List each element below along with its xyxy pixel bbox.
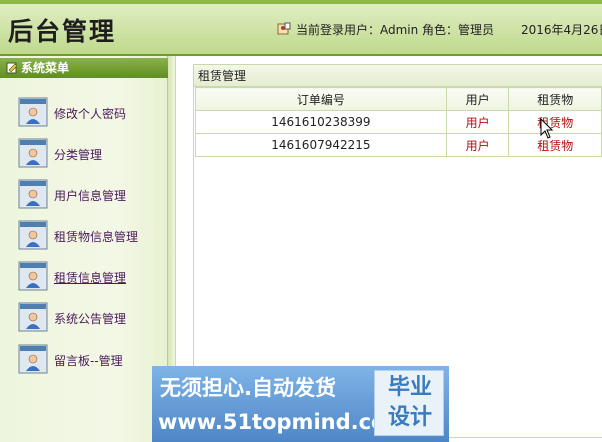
column-header-order-no: 订单编号: [195, 87, 447, 111]
user-link[interactable]: 用户: [466, 139, 490, 153]
rental-item-cell: 租赁物: [508, 110, 602, 134]
header-top-stripe: [0, 0, 602, 4]
current-date: 2016年4月26日: [521, 23, 602, 37]
user-window-icon: [18, 138, 48, 168]
user-card-icon: [277, 22, 291, 35]
menu-item-announcement[interactable]: 系统公告管理: [18, 302, 168, 334]
order-number-cell: 1461607942215: [195, 133, 447, 157]
menu-item-label: 系统公告管理: [54, 312, 127, 326]
user-window-icon: [18, 302, 48, 332]
menu-edit-icon: [6, 62, 18, 74]
menu-item-user-info[interactable]: 用户信息管理: [18, 179, 168, 211]
user-link[interactable]: 用户: [466, 116, 490, 130]
user-cell: 用户: [445, 133, 510, 157]
rental-item-cell: 租赁物: [508, 133, 602, 157]
app-title: 后台管理: [8, 17, 117, 46]
user-window-icon: [18, 261, 48, 291]
panel-title: 租赁管理: [194, 65, 602, 87]
sidebar: 系统菜单 修改个人密码 分类管理 用户信息管理 租赁物信息管理 租赁信息管理 系…: [0, 56, 168, 442]
menu-item-category[interactable]: 分类管理: [18, 138, 168, 170]
user-window-icon: [18, 97, 48, 127]
app-header: 后台管理 当前登录用户：Admin 角色：管理员 2016年4月26日: [0, 0, 602, 56]
menu-item-label: 租赁物信息管理: [54, 230, 139, 244]
current-user-info: 当前登录用户：Admin 角色：管理员: [277, 21, 494, 38]
column-header-user: 用户: [445, 87, 510, 111]
watermark-banner: 无须担心.自动发货 www.51topmind.com 毕业设计: [152, 366, 449, 442]
user-window-icon: [18, 179, 48, 209]
menu-item-label: 分类管理: [54, 148, 103, 162]
watermark-badge-text: 毕业设计: [387, 375, 432, 430]
column-header-rental-item: 租赁物: [508, 87, 602, 111]
order-number-cell: 1461610238399: [195, 110, 447, 134]
menu-item-label: 租赁信息管理: [54, 271, 127, 285]
menu-header: 系统菜单: [0, 58, 168, 78]
menu-item-message-board[interactable]: 留言板--管理: [18, 344, 168, 376]
watermark-url: www.51topmind.com: [158, 410, 408, 434]
user-cell: 用户: [445, 110, 510, 134]
watermark-badge: 毕业设计: [374, 370, 444, 436]
menu-title: 系统菜单: [21, 61, 70, 75]
menu-item-label: 修改个人密码: [54, 107, 127, 121]
menu-item-label: 用户信息管理: [54, 189, 127, 203]
table-header-row: 订单编号 用户 租赁物: [195, 87, 602, 111]
menu-item-rental-info[interactable]: 租赁信息管理: [18, 261, 168, 293]
menu-item-label: 留言板--管理: [54, 354, 123, 368]
mouse-pointer-icon: [540, 118, 554, 139]
menu-item-change-password[interactable]: 修改个人密码: [18, 97, 168, 129]
rental-item-link[interactable]: 租赁物: [537, 139, 573, 153]
user-info-text: 当前登录用户：Admin 角色：管理员: [296, 23, 495, 37]
watermark-slogan: 无须担心.自动发货: [160, 376, 336, 400]
user-window-icon: [18, 344, 48, 374]
menu-item-rental-item-info[interactable]: 租赁物信息管理: [18, 220, 168, 252]
user-window-icon: [18, 220, 48, 250]
